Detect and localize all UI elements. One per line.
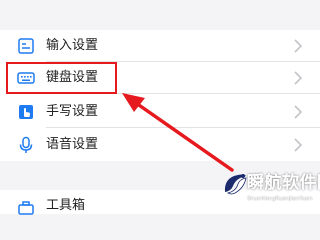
- toolbox-icon: [17, 197, 35, 215]
- microphone-icon: [17, 136, 35, 154]
- settings-row-label: 手写设置: [46, 104, 99, 119]
- chevron-right-icon: [294, 39, 302, 53]
- settings-row-label: 工具箱: [46, 198, 86, 213]
- highlight-box: [6, 62, 117, 94]
- chevron-right-icon: [294, 105, 302, 119]
- watermark-logo-icon: [224, 174, 247, 195]
- input-settings-icon: [17, 37, 35, 55]
- settings-row-handwriting[interactable]: 手写设置: [0, 96, 320, 128]
- row-divider: [46, 127, 320, 128]
- watermark: 瞬航软件园 ShunHangRuanJianYuan: [222, 172, 320, 214]
- chevron-right-icon: [294, 71, 302, 85]
- settings-group: 输入设置 键盘设置 手写设置 语音设置: [0, 30, 320, 161]
- watermark-title: 瞬航软件园: [247, 173, 320, 193]
- chevron-right-icon: [294, 138, 302, 152]
- settings-row-voice[interactable]: 语音设置: [0, 129, 320, 161]
- settings-row-label: 语音设置: [46, 137, 99, 152]
- settings-row-label: 输入设置: [46, 38, 99, 53]
- top-spacer: [0, 0, 320, 30]
- handwriting-icon: [17, 103, 35, 121]
- settings-row-input[interactable]: 输入设置: [0, 30, 320, 62]
- watermark-subtitle: ShunHangRuanJianYuan: [247, 196, 313, 202]
